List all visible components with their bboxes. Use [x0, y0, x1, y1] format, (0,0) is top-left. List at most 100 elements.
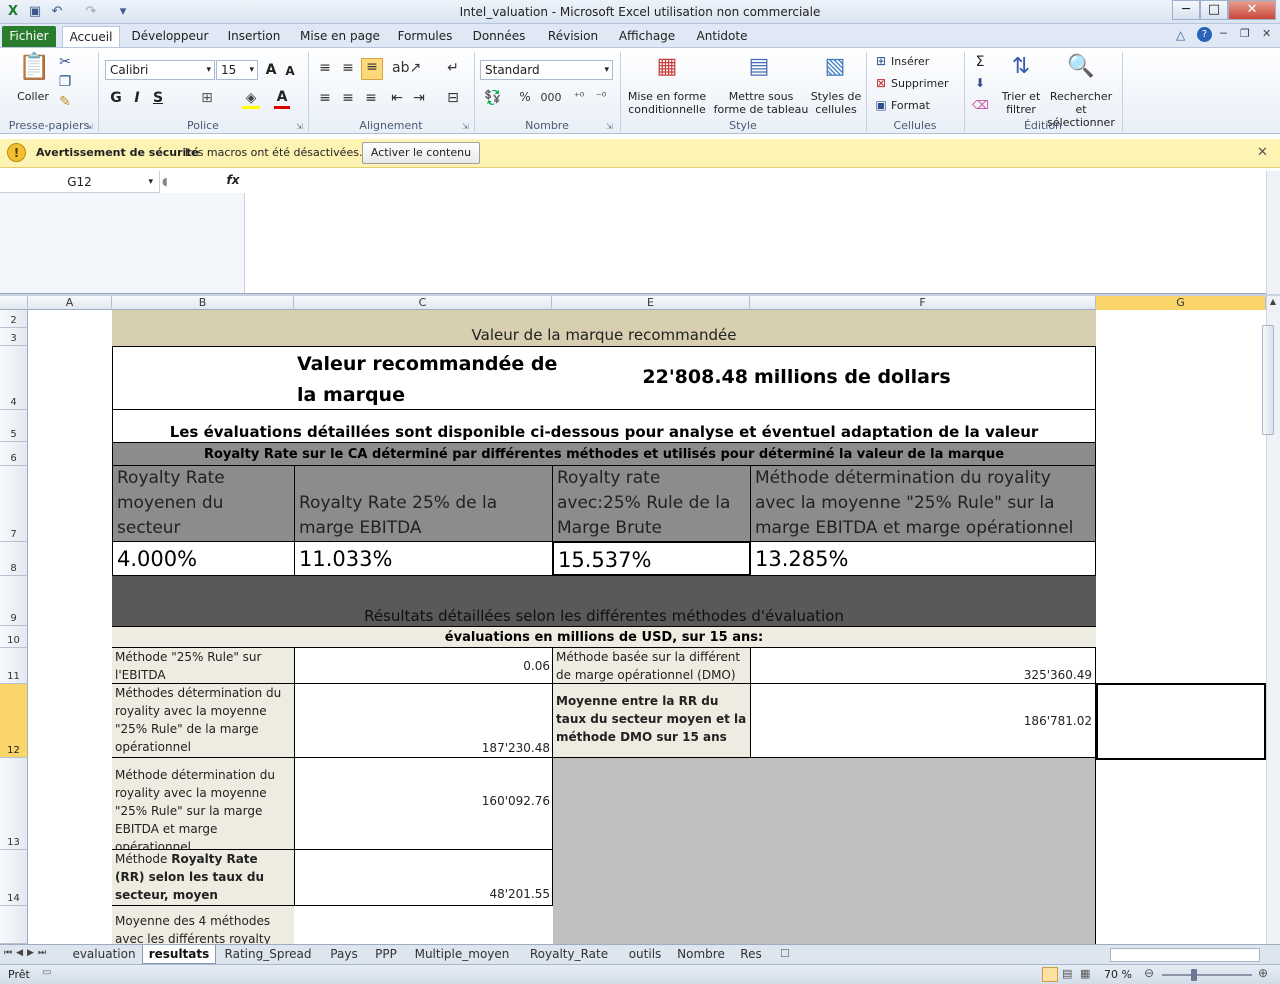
brand-value-header[interactable]: Valeur de la marque recommandée	[112, 310, 1096, 346]
number-launcher-icon[interactable]: ⇲	[606, 122, 613, 131]
normal-view-icon[interactable]	[1042, 967, 1058, 982]
formula-input[interactable]	[246, 171, 1266, 293]
average-rr-dmo-value[interactable]: 186'781.02	[750, 684, 1096, 758]
thousands-separator-button[interactable]: 000	[540, 91, 562, 104]
royalty-header-gross-margin[interactable]: Royalty rate avec:25% Rule de la Marge B…	[552, 465, 751, 542]
sheet-tab-outils[interactable]: outils	[624, 945, 666, 964]
clipboard-launcher-icon[interactable]: ⇲	[86, 122, 93, 131]
royalty-rate-header[interactable]: Royalty Rate sur le CA déterminé par dif…	[112, 442, 1096, 466]
format-button[interactable]: Format	[891, 99, 943, 112]
format-icon[interactable]: ▣	[873, 98, 889, 112]
ribbon-minimize-icon[interactable]: △	[1176, 28, 1185, 42]
zoom-level[interactable]: 70 %	[1104, 968, 1132, 981]
row-header[interactable]: 7	[0, 466, 28, 542]
format-painter-icon[interactable]: ✎	[58, 94, 72, 110]
close-icon[interactable]: ✕	[1257, 145, 1268, 160]
zoom-slider[interactable]	[1162, 974, 1252, 976]
grow-font-icon[interactable]: A	[263, 62, 279, 78]
format-as-table-icon[interactable]: ▤	[744, 54, 774, 86]
zoom-out-icon[interactable]: ⊖	[1144, 966, 1154, 980]
row-header[interactable]: 14	[0, 850, 28, 906]
method-25-rule-ebitda-operating-value[interactable]: 160'092.76	[294, 758, 553, 850]
expand-handle-icon[interactable]: ◖	[162, 175, 168, 188]
royalty-header-ebitda[interactable]: Royalty Rate 25% de la marge EBITDA	[294, 465, 553, 542]
royalty-header-average[interactable]: Méthode détermination du royality avec l…	[750, 465, 1096, 542]
sort-filter-button[interactable]: Trier et filtrer	[998, 90, 1044, 116]
column-header-b[interactable]: B	[112, 296, 294, 310]
evaluations-subheader[interactable]: évaluations en millions de USD, sur 15 a…	[112, 626, 1096, 648]
insert-function-button[interactable]: fx	[222, 173, 244, 191]
horizontal-scrollbar[interactable]	[1110, 948, 1260, 962]
font-size-select[interactable]: 15 ▾	[216, 60, 258, 80]
sort-filter-icon[interactable]: ⇅	[1006, 54, 1036, 86]
column-header-f[interactable]: F	[750, 296, 1096, 310]
scroll-up-icon[interactable]: ▲	[1267, 297, 1279, 309]
sheet-tab-resultats[interactable]: resultats	[142, 945, 216, 964]
tab-revision[interactable]: Révision	[542, 26, 604, 48]
row-header[interactable]: 10	[0, 626, 28, 648]
tab-fichier[interactable]: Fichier	[2, 26, 56, 48]
align-bottom-icon[interactable]: ≡	[361, 58, 383, 80]
percent-icon[interactable]: %	[518, 90, 532, 104]
shrink-font-icon[interactable]: A	[283, 64, 297, 78]
increase-decimal-icon[interactable]: ⁺⁰	[570, 90, 588, 103]
method-rr-sector-value[interactable]: 48'201.55	[294, 850, 553, 906]
tab-mise-en-page[interactable]: Mise en page	[298, 26, 382, 48]
method-25-rule-operating-value[interactable]: 187'230.48	[294, 684, 553, 758]
sheet-tab-res[interactable]: Res	[736, 945, 766, 964]
insert-icon[interactable]: ⊞	[873, 54, 889, 68]
zoom-slider-thumb[interactable]	[1191, 969, 1197, 981]
conditional-format-icon[interactable]: ▦	[652, 54, 682, 86]
tab-insertion[interactable]: Insertion	[222, 26, 286, 48]
paste-icon[interactable]: 📋	[18, 52, 50, 88]
method-25-rule-ebitda-label[interactable]: Méthode "25% Rule" sur l'EBITDA	[112, 648, 295, 684]
wrap-text-icon[interactable]: ↵	[442, 60, 464, 76]
royalty-value-sector[interactable]: 4.000%	[112, 541, 295, 576]
row-header[interactable]: 9	[0, 576, 28, 626]
underline-button[interactable]: S	[151, 90, 165, 106]
row-header[interactable]: 13	[0, 758, 28, 850]
cell-styles-icon[interactable]: ▧	[820, 54, 850, 86]
method-dmo-value[interactable]: 325'360.49	[750, 648, 1096, 684]
detailed-results-header[interactable]: Résultats détaillées selon les différent…	[112, 576, 1096, 626]
maximize-button[interactable]: □	[1200, 0, 1228, 20]
royalty-value-ebitda[interactable]: 11.033%	[294, 541, 553, 576]
average-4-methods-label[interactable]: Moyenne des 4 méthodes avec les différen…	[112, 906, 295, 944]
royalty-value-average[interactable]: 13.285%	[750, 541, 1096, 576]
zoom-in-icon[interactable]: ⊕	[1258, 966, 1268, 980]
autosum-icon[interactable]: Σ	[972, 54, 988, 70]
formula-scrollbar[interactable]	[1266, 171, 1280, 294]
column-header-c[interactable]: C	[294, 296, 552, 310]
column-header-a[interactable]: A	[28, 296, 112, 310]
font-name-select[interactable]: Calibri ▾	[105, 60, 215, 80]
doc-minimize-icon[interactable]: ─	[1220, 27, 1227, 40]
tab-formules[interactable]: Formules	[394, 26, 456, 48]
font-color-icon[interactable]: A	[274, 89, 290, 105]
bold-button[interactable]: G	[109, 90, 123, 106]
help-icon[interactable]: ?	[1197, 27, 1212, 42]
align-center-icon[interactable]: ≡	[339, 90, 357, 106]
font-launcher-icon[interactable]: ⇲	[296, 122, 303, 131]
row-header[interactable]	[0, 906, 28, 944]
worksheet-grid[interactable]: A B C E F G 2 3 4 5 6 7 8 9 10 11 12 13 …	[0, 296, 1266, 944]
sheet-tab-multiple-moyen[interactable]: Multiple_moyen	[412, 945, 512, 964]
align-middle-icon[interactable]: ≡	[339, 60, 357, 76]
delete-icon[interactable]: ⊠	[873, 76, 889, 90]
tab-antidote[interactable]: Antidote	[692, 26, 752, 48]
row-header[interactable]: 5	[0, 410, 28, 442]
doc-close-icon[interactable]: ✕	[1262, 27, 1271, 40]
fill-color-icon[interactable]: ◈	[242, 90, 260, 106]
row-header[interactable]: 2	[0, 310, 28, 328]
align-top-icon[interactable]: ≡	[316, 60, 334, 76]
page-layout-view-icon[interactable]: ▤	[1062, 967, 1072, 980]
align-left-icon[interactable]: ≡	[316, 90, 334, 106]
select-all-corner[interactable]	[0, 296, 28, 310]
sheet-tab-royalty-rate[interactable]: Royalty_Rate	[526, 945, 612, 964]
row-header[interactable]: 12	[0, 684, 28, 758]
alignment-launcher-icon[interactable]: ⇲	[462, 122, 469, 131]
tab-accueil[interactable]: Accueil	[62, 26, 120, 48]
tab-developpeur[interactable]: Développeur	[130, 26, 210, 48]
selected-cell-g12[interactable]	[1096, 683, 1266, 760]
merge-center-icon[interactable]: ⊟	[442, 90, 464, 106]
sheet-tab-rating-spread[interactable]: Rating_Spread	[222, 945, 314, 964]
